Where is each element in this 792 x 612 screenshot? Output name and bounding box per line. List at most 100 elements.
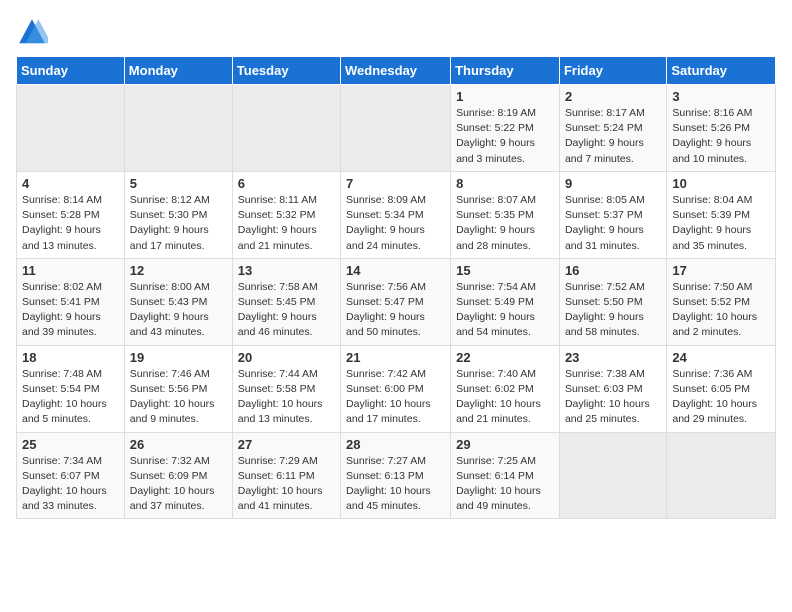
calendar-cell: 1 Sunrise: 8:19 AM Sunset: 5:22 PM Daylig… xyxy=(451,85,560,172)
day-number: 25 xyxy=(22,437,119,452)
calendar-cell: 26 Sunrise: 7:32 AM Sunset: 6:09 PM Dayli… xyxy=(124,432,232,519)
calendar-cell: 6 Sunrise: 8:11 AM Sunset: 5:32 PM Daylig… xyxy=(232,171,340,258)
calendar-cell: 16 Sunrise: 7:52 AM Sunset: 5:50 PM Dayli… xyxy=(559,258,666,345)
logo xyxy=(16,16,52,48)
day-info: Sunrise: 8:11 AM Sunset: 5:32 PM Dayligh… xyxy=(238,193,335,254)
calendar-cell: 2 Sunrise: 8:17 AM Sunset: 5:24 PM Daylig… xyxy=(559,85,666,172)
day-info: Sunrise: 7:56 AM Sunset: 5:47 PM Dayligh… xyxy=(346,280,445,341)
day-info: Sunrise: 7:25 AM Sunset: 6:14 PM Dayligh… xyxy=(456,454,554,515)
day-info: Sunrise: 7:40 AM Sunset: 6:02 PM Dayligh… xyxy=(456,367,554,428)
calendar-cell: 20Sunrise: 7:44 AM Sunset: 5:58 PM Dayli… xyxy=(232,345,340,432)
day-info: Sunrise: 7:27 AM Sunset: 6:13 PM Dayligh… xyxy=(346,454,445,515)
calendar-cell xyxy=(232,85,340,172)
day-number: 24 xyxy=(672,350,770,365)
calendar-cell: 5 Sunrise: 8:12 AM Sunset: 5:30 PM Daylig… xyxy=(124,171,232,258)
week-row-3: 18 Sunrise: 7:48 AM Sunset: 5:54 PM Dayli… xyxy=(17,345,776,432)
day-header-sunday: Sunday xyxy=(17,57,125,85)
calendar-table: SundayMondayTuesdayWednesdayThursdayFrid… xyxy=(16,56,776,519)
calendar-cell: 19 Sunrise: 7:46 AM Sunset: 5:56 PM Dayli… xyxy=(124,345,232,432)
day-number: 10 xyxy=(672,176,770,191)
day-number: 5 xyxy=(130,176,227,191)
header xyxy=(16,16,776,48)
day-info: Sunrise: 8:00 AM Sunset: 5:43 PM Dayligh… xyxy=(130,280,227,341)
day-header-saturday: Saturday xyxy=(667,57,776,85)
day-header-monday: Monday xyxy=(124,57,232,85)
day-number: 12 xyxy=(130,263,227,278)
calendar-cell: 25 Sunrise: 7:34 AM Sunset: 6:07 PM Dayli… xyxy=(17,432,125,519)
calendar-cell xyxy=(559,432,666,519)
day-info: Sunrise: 7:36 AM Sunset: 6:05 PM Dayligh… xyxy=(672,367,770,428)
day-info: Sunrise: 7:42 AM Sunset: 6:00 PM Dayligh… xyxy=(346,367,445,428)
day-header-friday: Friday xyxy=(559,57,666,85)
day-info: Sunrise: 8:19 AM Sunset: 5:22 PM Dayligh… xyxy=(456,106,554,167)
calendar-cell: 22 Sunrise: 7:40 AM Sunset: 6:02 PM Dayli… xyxy=(451,345,560,432)
day-info: Sunrise: 7:58 AM Sunset: 5:45 PM Dayligh… xyxy=(238,280,335,341)
day-number: 15 xyxy=(456,263,554,278)
calendar-cell: 8 Sunrise: 8:07 AM Sunset: 5:35 PM Daylig… xyxy=(451,171,560,258)
day-info: Sunrise: 8:14 AM Sunset: 5:28 PM Dayligh… xyxy=(22,193,119,254)
calendar-cell: 13 Sunrise: 7:58 AM Sunset: 5:45 PM Dayli… xyxy=(232,258,340,345)
calendar-cell xyxy=(124,85,232,172)
calendar-cell: 21 Sunrise: 7:42 AM Sunset: 6:00 PM Dayli… xyxy=(341,345,451,432)
day-number: 27 xyxy=(238,437,335,452)
day-info: Sunrise: 8:02 AM Sunset: 5:41 PM Dayligh… xyxy=(22,280,119,341)
day-header-tuesday: Tuesday xyxy=(232,57,340,85)
day-info: Sunrise: 8:17 AM Sunset: 5:24 PM Dayligh… xyxy=(565,106,661,167)
calendar-cell: 27 Sunrise: 7:29 AM Sunset: 6:11 PM Dayli… xyxy=(232,432,340,519)
calendar-cell xyxy=(667,432,776,519)
day-number: 23 xyxy=(565,350,661,365)
day-number: 1 xyxy=(456,89,554,104)
day-number: 28 xyxy=(346,437,445,452)
day-header-wednesday: Wednesday xyxy=(341,57,451,85)
day-number: 6 xyxy=(238,176,335,191)
day-info: Sunrise: 8:09 AM Sunset: 5:34 PM Dayligh… xyxy=(346,193,445,254)
day-info: Sunrise: 7:29 AM Sunset: 6:11 PM Dayligh… xyxy=(238,454,335,515)
calendar-cell: 12 Sunrise: 8:00 AM Sunset: 5:43 PM Dayli… xyxy=(124,258,232,345)
day-number: 26 xyxy=(130,437,227,452)
day-number: 14 xyxy=(346,263,445,278)
day-info: Sunrise: 8:07 AM Sunset: 5:35 PM Dayligh… xyxy=(456,193,554,254)
day-info: Sunrise: 8:04 AM Sunset: 5:39 PM Dayligh… xyxy=(672,193,770,254)
day-number: 13 xyxy=(238,263,335,278)
day-number: 18 xyxy=(22,350,119,365)
calendar-cell xyxy=(341,85,451,172)
calendar-cell: 9 Sunrise: 8:05 AM Sunset: 5:37 PM Daylig… xyxy=(559,171,666,258)
header-row: SundayMondayTuesdayWednesdayThursdayFrid… xyxy=(17,57,776,85)
day-info: Sunrise: 7:52 AM Sunset: 5:50 PM Dayligh… xyxy=(565,280,661,341)
day-number: 22 xyxy=(456,350,554,365)
day-info: Sunrise: 8:05 AM Sunset: 5:37 PM Dayligh… xyxy=(565,193,661,254)
day-number: 16 xyxy=(565,263,661,278)
day-number: 17 xyxy=(672,263,770,278)
day-number: 29 xyxy=(456,437,554,452)
day-info: Sunrise: 7:38 AM Sunset: 6:03 PM Dayligh… xyxy=(565,367,661,428)
day-info: Sunrise: 7:54 AM Sunset: 5:49 PM Dayligh… xyxy=(456,280,554,341)
day-info: Sunrise: 7:46 AM Sunset: 5:56 PM Dayligh… xyxy=(130,367,227,428)
day-number: 2 xyxy=(565,89,661,104)
day-info: Sunrise: 7:48 AM Sunset: 5:54 PM Dayligh… xyxy=(22,367,119,428)
calendar-cell: 10 Sunrise: 8:04 AM Sunset: 5:39 PM Dayli… xyxy=(667,171,776,258)
calendar-cell: 17Sunrise: 7:50 AM Sunset: 5:52 PM Dayli… xyxy=(667,258,776,345)
day-number: 21 xyxy=(346,350,445,365)
day-number: 7 xyxy=(346,176,445,191)
calendar-cell: 29 Sunrise: 7:25 AM Sunset: 6:14 PM Dayli… xyxy=(451,432,560,519)
calendar-cell: 4Sunrise: 8:14 AM Sunset: 5:28 PM Daylig… xyxy=(17,171,125,258)
week-row-1: 4Sunrise: 8:14 AM Sunset: 5:28 PM Daylig… xyxy=(17,171,776,258)
calendar-cell: 3Sunrise: 8:16 AM Sunset: 5:26 PM Daylig… xyxy=(667,85,776,172)
day-number: 9 xyxy=(565,176,661,191)
calendar-cell: 28 Sunrise: 7:27 AM Sunset: 6:13 PM Dayli… xyxy=(341,432,451,519)
calendar-cell: 15 Sunrise: 7:54 AM Sunset: 5:49 PM Dayli… xyxy=(451,258,560,345)
calendar-cell: 18 Sunrise: 7:48 AM Sunset: 5:54 PM Dayli… xyxy=(17,345,125,432)
day-info: Sunrise: 8:12 AM Sunset: 5:30 PM Dayligh… xyxy=(130,193,227,254)
day-number: 19 xyxy=(130,350,227,365)
day-number: 11 xyxy=(22,263,119,278)
calendar-cell: 7 Sunrise: 8:09 AM Sunset: 5:34 PM Daylig… xyxy=(341,171,451,258)
day-info: Sunrise: 7:44 AM Sunset: 5:58 PM Dayligh… xyxy=(238,367,335,428)
week-row-0: 1 Sunrise: 8:19 AM Sunset: 5:22 PM Daylig… xyxy=(17,85,776,172)
day-info: Sunrise: 7:32 AM Sunset: 6:09 PM Dayligh… xyxy=(130,454,227,515)
calendar-cell: 11 Sunrise: 8:02 AM Sunset: 5:41 PM Dayli… xyxy=(17,258,125,345)
day-header-thursday: Thursday xyxy=(451,57,560,85)
day-number: 8 xyxy=(456,176,554,191)
calendar-cell xyxy=(17,85,125,172)
day-info: Sunrise: 7:34 AM Sunset: 6:07 PM Dayligh… xyxy=(22,454,119,515)
week-row-4: 25 Sunrise: 7:34 AM Sunset: 6:07 PM Dayli… xyxy=(17,432,776,519)
